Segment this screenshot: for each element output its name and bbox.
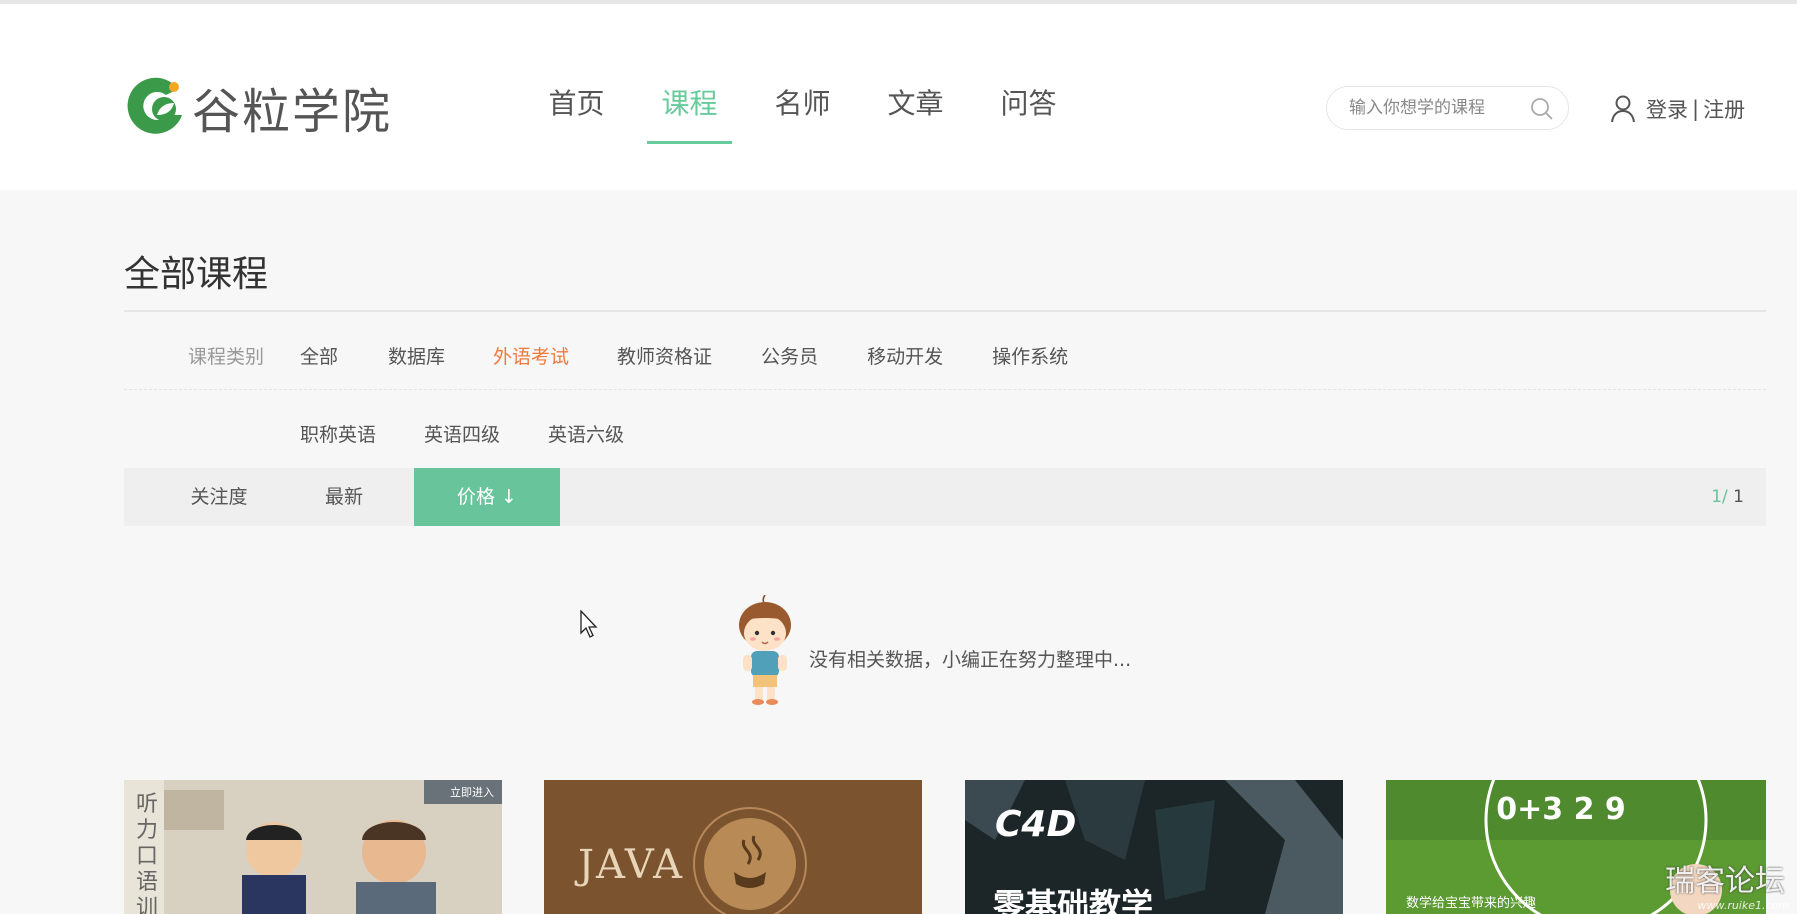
filter-foreign-language[interactable]: 外语考试: [493, 342, 569, 369]
filter-os[interactable]: 操作系统: [992, 342, 1068, 369]
course-card-java[interactable]: JAVA: [544, 780, 922, 914]
filter-label: 课程类别: [187, 346, 264, 368]
title-divider: [124, 310, 1766, 312]
sort-newest[interactable]: 最新: [294, 468, 394, 526]
register-link[interactable]: 注册: [1703, 94, 1745, 124]
subcategory-filter-row: 职称英语 英语四级 英语六级: [124, 420, 624, 447]
user-area: 登录 | 注册: [1610, 94, 1745, 124]
sort-price[interactable]: 价格 ↓: [414, 468, 560, 526]
nav-home[interactable]: 首页: [520, 84, 633, 144]
main-nav: 首页 课程 名师 文章 问答: [520, 84, 1085, 144]
card-math-caption: 数学给宝宝带来的兴趣: [1406, 896, 1537, 911]
sort-popularity[interactable]: 关注度: [164, 468, 274, 526]
card-c4d-subtext: 零基础教学: [993, 886, 1154, 914]
subfilter-title-english[interactable]: 职称英语: [300, 420, 376, 447]
search-icon[interactable]: [1530, 97, 1554, 121]
subfilter-cet6[interactable]: 英语六级: [548, 420, 624, 447]
card-overlay-label: 立即进入: [450, 786, 494, 799]
empty-state: 没有相关数据，小编正在努力整理中...: [735, 594, 1132, 711]
nav-articles[interactable]: 文章: [859, 84, 972, 144]
category-filter-row: 课程类别 全部 数据库 外语考试 教师资格证 公务员 移动开发 操作系统: [124, 342, 1068, 369]
empty-character-icon: [735, 594, 795, 711]
user-icon: [1610, 95, 1636, 123]
search-box: [1326, 86, 1569, 130]
card-java-text: JAVA: [578, 842, 684, 888]
logo-text: 谷粒学院: [192, 84, 393, 140]
card-side-text: 听力口语训: [136, 792, 159, 914]
logo-icon: [124, 75, 188, 139]
nav-teachers[interactable]: 名师: [746, 84, 859, 144]
watermark-text: 瑞客论坛: [1665, 864, 1785, 899]
card-math-numbers: 0+3 2 9: [1496, 792, 1626, 827]
site-header: 谷粒学院 首页 课程 名师 文章 问答 登录 | 注册: [0, 4, 1797, 190]
filter-civil-servant[interactable]: 公务员: [761, 342, 818, 369]
sort-bar: 关注度 最新 价格 ↓ 1/ 1: [124, 468, 1766, 526]
filter-divider: [124, 389, 1766, 390]
nav-courses[interactable]: 课程: [633, 84, 746, 144]
subfilter-cet4[interactable]: 英语四级: [424, 420, 500, 447]
search-input[interactable]: [1349, 97, 1519, 119]
pager-current: 1: [1711, 487, 1723, 507]
watermark-url: www.ruike1.com: [1697, 899, 1789, 912]
login-link[interactable]: 登录: [1646, 94, 1688, 124]
login-register-separator: |: [1692, 97, 1700, 121]
filter-teacher-cert[interactable]: 教师资格证: [617, 342, 712, 369]
page-title: 全部课程: [124, 254, 269, 295]
course-card-listening[interactable]: 立即进入 听力口语训: [124, 780, 502, 914]
pager-total: 1: [1727, 487, 1744, 507]
filter-all[interactable]: 全部: [300, 342, 338, 369]
pager: 1/ 1: [1711, 468, 1744, 526]
nav-qa[interactable]: 问答: [972, 84, 1085, 144]
mouse-cursor-icon: [580, 609, 600, 640]
card-c4d-text: C4D: [995, 804, 1077, 845]
logo[interactable]: 谷粒学院: [124, 72, 392, 142]
filter-database[interactable]: 数据库: [388, 342, 445, 369]
empty-message: 没有相关数据，小编正在努力整理中...: [809, 648, 1132, 671]
course-card-c4d[interactable]: C4D 零基础教学: [965, 780, 1343, 914]
filter-mobile-dev[interactable]: 移动开发: [867, 342, 943, 369]
course-image-listening: [124, 780, 502, 914]
